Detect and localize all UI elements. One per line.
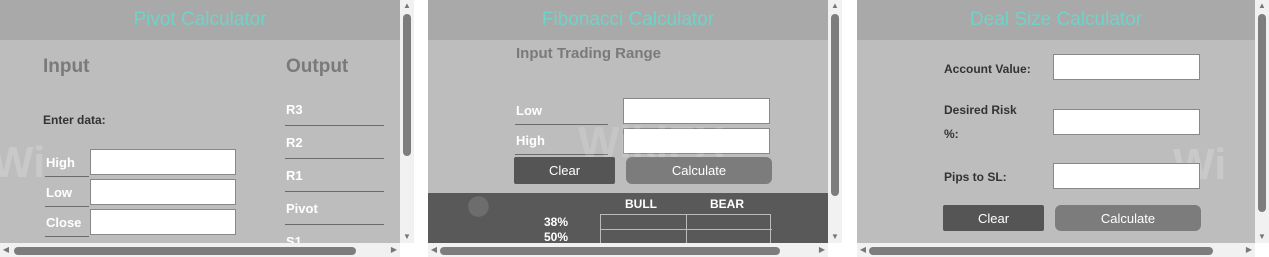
divider [285,125,384,126]
fibonacci-title-bar: Fibonacci Calculator [428,0,828,40]
deal-size-desired-risk-input[interactable] [1053,109,1200,135]
down-arrow-icon[interactable]: ▼ [1255,231,1269,243]
fibonacci-row-label-50: 50% [544,230,569,243]
pivot-low-label: Low [46,185,72,200]
pivot-enter-data-label: Enter data: [43,113,106,127]
deal-size-horizontal-scrollbar[interactable]: ◀ ▶ [857,243,1255,257]
up-arrow-icon[interactable]: ▲ [828,0,842,12]
fibonacci-viewport: Fibonacci Calculator Input Trading Range… [428,0,828,243]
scroll-thumb[interactable] [403,14,411,156]
deal-size-desired-risk-percent-label: %: [944,127,959,141]
fibonacci-bear-header: BEAR [710,197,745,211]
pivot-output-r3: R3 [286,102,303,117]
fibonacci-low-label: Low [516,103,542,118]
grid-line [601,229,772,230]
fibonacci-title: Fibonacci Calculator [541,9,715,30]
fibonacci-result-grid [600,214,772,243]
pivot-output-s1: S1 [286,234,302,243]
deal-size-pips-to-sl-label: Pips to SL: [944,170,1007,184]
deal-size-desired-risk-label: Desired Risk [944,103,1017,117]
watermark-text: Wi [0,138,46,187]
scroll-thumb[interactable] [869,247,1213,255]
fibonacci-row-label-38: 38% [544,215,569,229]
down-arrow-icon[interactable]: ▼ [828,231,842,243]
divider [45,206,89,207]
fibonacci-high-label: High [516,133,545,148]
pivot-output-r1: R1 [286,168,303,183]
deal-size-title-bar: Deal Size Calculator [857,0,1255,40]
down-arrow-icon[interactable]: ▼ [400,231,414,243]
left-arrow-icon[interactable]: ◀ [428,243,440,257]
fibonacci-vertical-scrollbar[interactable]: ▲ ▼ [828,0,842,243]
pivot-low-input[interactable] [90,179,236,205]
divider [45,176,89,177]
deal-size-calculator-panel: Deal Size Calculator Wi Account Value: D… [857,0,1269,257]
deal-size-calculate-button[interactable]: Calculate [1055,205,1201,231]
deal-size-viewport: Deal Size Calculator Wi Account Value: D… [857,0,1255,243]
watermark-logo: ● [464,178,493,231]
pivot-title: Pivot Calculator [133,9,267,30]
up-arrow-icon[interactable]: ▲ [1255,0,1269,12]
deal-size-clear-button[interactable]: Clear [943,205,1044,231]
pivot-vertical-scrollbar[interactable]: ▲ ▼ [400,0,414,243]
pivot-high-input[interactable] [90,149,236,175]
pivot-output-pivot: Pivot [286,201,318,216]
deal-size-vertical-scrollbar[interactable]: ▲ ▼ [1255,0,1269,243]
left-arrow-icon[interactable]: ◀ [857,243,869,257]
divider [285,158,384,159]
divider [285,224,384,225]
fibonacci-results-area: ● BULL BEAR 38% 50% [428,178,828,243]
fibonacci-calculator-panel: Fibonacci Calculator Input Trading Range… [428,0,842,257]
deal-size-pips-to-sl-input[interactable] [1053,163,1200,189]
scroll-thumb[interactable] [440,247,780,255]
right-arrow-icon[interactable]: ▶ [388,243,400,257]
watermark-text: WikiFX [578,118,725,167]
fibonacci-subtitle: Input Trading Range [516,45,661,62]
right-arrow-icon[interactable]: ▶ [816,243,828,257]
scroll-thumb[interactable] [831,14,839,196]
pivot-horizontal-scrollbar[interactable]: ◀ ▶ [0,243,400,257]
pivot-input-heading: Input [43,56,90,77]
pivot-output-heading: Output [286,56,349,77]
pivot-close-label: Close [46,215,82,230]
fibonacci-horizontal-scrollbar[interactable]: ◀ ▶ [428,243,828,257]
left-arrow-icon[interactable]: ◀ [0,243,12,257]
pivot-calculator-panel: Pivot Calculator Wi Input Output Enter d… [0,0,414,257]
pivot-title-bar: Pivot Calculator [0,0,400,40]
deal-size-title: Deal Size Calculator [969,9,1143,30]
pivot-close-input[interactable] [90,209,236,235]
deal-size-account-value-input[interactable] [1053,54,1200,80]
pivot-viewport: Pivot Calculator Wi Input Output Enter d… [0,0,400,243]
scroll-thumb[interactable] [1258,14,1266,212]
right-arrow-icon[interactable]: ▶ [1243,243,1255,257]
up-arrow-icon[interactable]: ▲ [400,0,414,12]
divider [45,236,89,237]
scroll-thumb[interactable] [14,247,356,255]
pivot-high-label: High [46,155,75,170]
divider [285,191,384,192]
fibonacci-bull-header: BULL [625,197,657,211]
pivot-output-r2: R2 [286,135,303,150]
deal-size-account-value-label: Account Value: [944,62,1031,76]
